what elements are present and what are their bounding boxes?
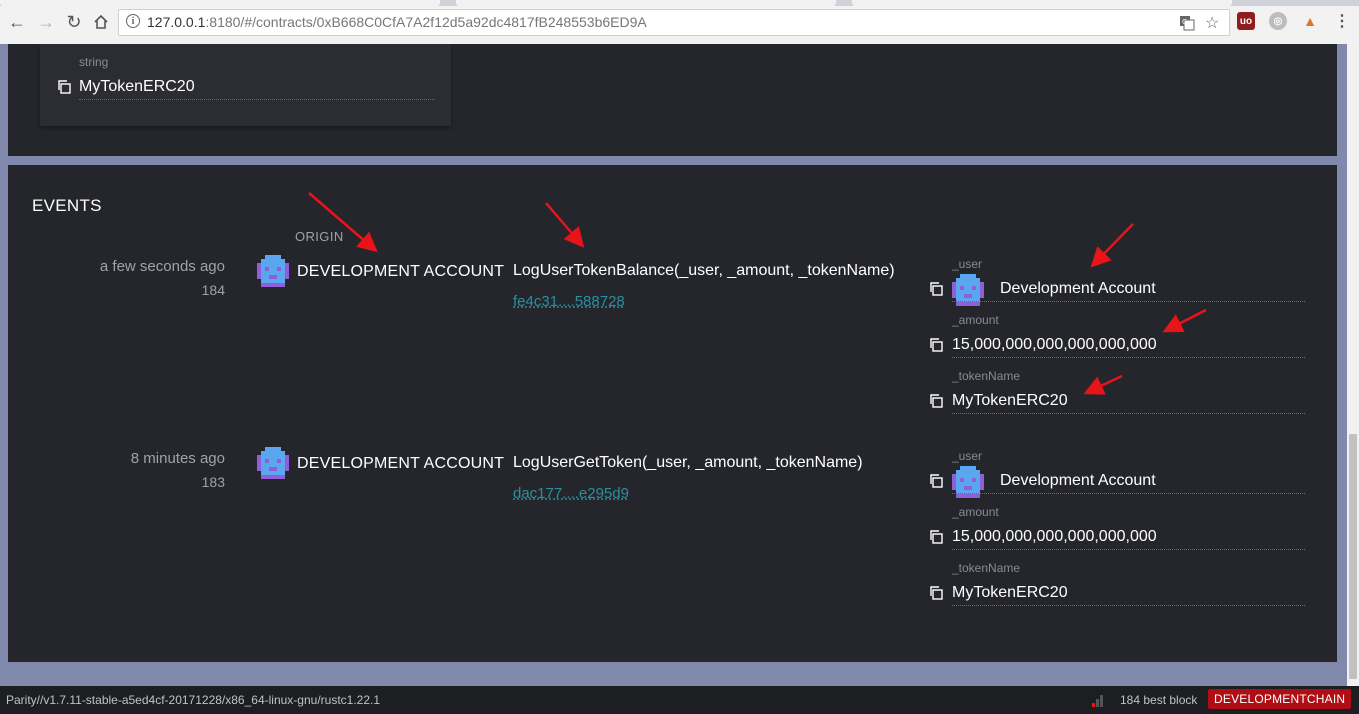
annotation-arrow xyxy=(1162,308,1207,333)
url-text[interactable]: 127.0.0.1:8180/#/contracts/0xB668C0CfA7A… xyxy=(147,14,647,30)
param-value: 15,000,000,000,000,000,000 xyxy=(952,336,1157,353)
svg-text:G: G xyxy=(1182,18,1187,26)
account-identicon[interactable] xyxy=(257,447,289,479)
page-scrollbar[interactable] xyxy=(1347,44,1359,686)
contract-queries-panel: string MyTokenERC20 xyxy=(8,44,1337,156)
param-value: MyTokenERC20 xyxy=(952,584,1068,601)
field-underline xyxy=(952,413,1305,414)
translate-icon[interactable]: G xyxy=(1179,15,1195,34)
event-time: 8 minutes ago xyxy=(130,450,225,467)
field-underline xyxy=(952,301,1305,302)
events-title: EVENTS xyxy=(32,196,102,215)
events-panel: EVENTS ORIGIN a few seconds ago 184 DEVE… xyxy=(8,165,1337,662)
event-block-number: 184 xyxy=(201,282,225,298)
field-underline xyxy=(952,605,1305,606)
copy-icon[interactable] xyxy=(929,530,943,544)
copy-icon[interactable] xyxy=(929,394,943,408)
copy-icon[interactable] xyxy=(929,586,943,600)
tab[interactable] xyxy=(0,0,440,6)
scrollbar-thumb[interactable] xyxy=(1349,434,1357,679)
event-tx-link[interactable]: fe4c31....588728 xyxy=(513,293,625,310)
copy-icon[interactable] xyxy=(929,282,943,296)
tab-strip xyxy=(0,0,1359,6)
parity-version: Parity//v1.7.11-stable-a5ed4cf-20171228/… xyxy=(6,693,381,707)
event-origin: DEVELOPMENT ACCOUNT xyxy=(297,455,505,472)
field-underline xyxy=(952,493,1305,494)
event-name: LogUserGetToken(_user, _amount, _tokenNa… xyxy=(513,454,863,471)
param-value: Development Account xyxy=(1000,280,1156,297)
annotation-arrow xyxy=(545,202,585,248)
reload-icon[interactable]: ↻ xyxy=(63,11,85,33)
home-icon[interactable] xyxy=(90,11,112,33)
param-value: Development Account xyxy=(1000,472,1156,489)
copy-icon[interactable] xyxy=(929,474,943,488)
field-underline xyxy=(952,357,1305,358)
copy-icon[interactable] xyxy=(929,338,943,352)
param-label: _amount xyxy=(952,505,999,519)
param-value: 15,000,000,000,000,000,000 xyxy=(952,528,1157,545)
event-time: a few seconds ago xyxy=(99,258,225,275)
metamask-fox-icon[interactable]: ▲ xyxy=(1301,12,1319,30)
page-content: string MyTokenERC20 EVENTS ORIGIN a few … xyxy=(0,44,1347,686)
status-bar: Parity//v1.7.11-stable-a5ed4cf-20171228/… xyxy=(0,686,1359,714)
param-value: MyTokenERC20 xyxy=(952,392,1068,409)
tab[interactable] xyxy=(456,0,836,6)
address-bar[interactable]: i 127.0.0.1:8180/#/contracts/0xB668C0CfA… xyxy=(118,9,1230,36)
string-query-card: string MyTokenERC20 xyxy=(40,44,451,126)
event-name: LogUserTokenBalance(_user, _amount, _tok… xyxy=(513,262,895,279)
field-underline xyxy=(79,99,435,100)
browser-toolbar: ← → ↻ i 127.0.0.1:8180/#/contracts/0xB66… xyxy=(0,0,1359,45)
globe-icon[interactable]: ◎ xyxy=(1269,12,1287,30)
param-label: _tokenName xyxy=(952,561,1021,575)
copy-icon[interactable] xyxy=(57,80,71,94)
field-type-label: string xyxy=(79,55,109,69)
chain-badge: DEVELOPMENTCHAIN xyxy=(1208,689,1352,709)
origin-column-header: ORIGIN xyxy=(295,229,344,244)
ublock-icon[interactable]: uo xyxy=(1237,12,1255,30)
param-label: _user xyxy=(952,257,983,271)
event-origin: DEVELOPMENT ACCOUNT xyxy=(297,263,505,280)
string-value: MyTokenERC20 xyxy=(79,78,195,95)
tab[interactable] xyxy=(852,0,1232,6)
param-label: _user xyxy=(952,449,983,463)
param-label: _amount xyxy=(952,313,999,327)
forward-icon[interactable]: → xyxy=(35,11,57,33)
annotation-arrow xyxy=(1090,223,1134,268)
account-identicon[interactable] xyxy=(257,255,289,287)
param-label: _tokenName xyxy=(952,369,1021,383)
event-tx-link[interactable]: dac177....e295d9 xyxy=(513,485,629,502)
event-block-number: 183 xyxy=(201,474,225,490)
annotation-arrow xyxy=(1083,374,1123,395)
sync-signal-icon xyxy=(1092,695,1103,707)
back-icon[interactable]: ← xyxy=(6,11,28,33)
best-block: 184 best block xyxy=(1120,693,1198,707)
field-underline xyxy=(952,549,1305,550)
site-info-icon[interactable]: i xyxy=(126,14,140,28)
menu-kebab-icon[interactable]: ⋮ xyxy=(1333,12,1351,30)
bookmark-star-icon[interactable]: ☆ xyxy=(1205,13,1219,33)
